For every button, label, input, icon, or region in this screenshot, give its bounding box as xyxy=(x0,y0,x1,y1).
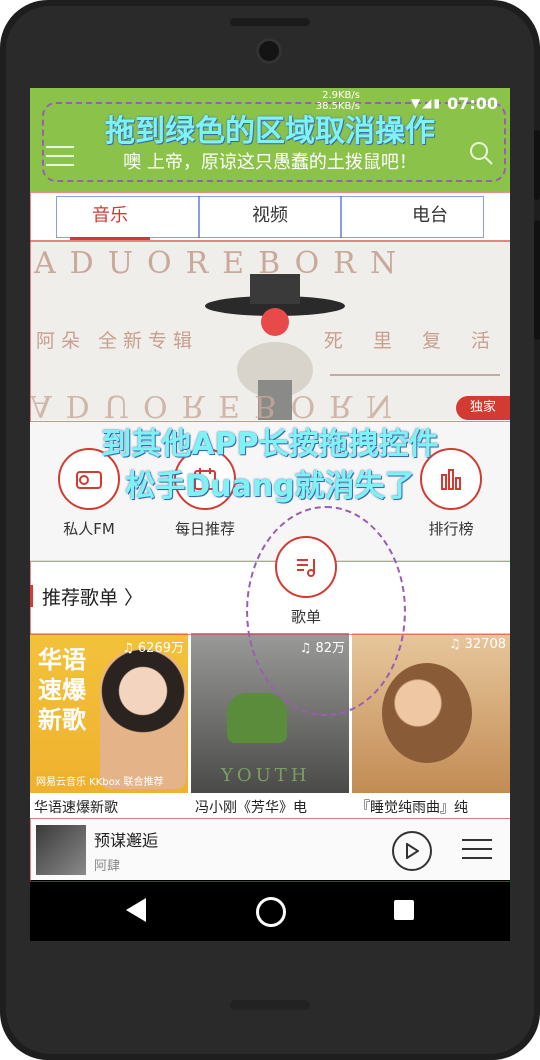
drag-hint-line1: 到其他APP长按拖拽控件 xyxy=(101,427,439,462)
cover-shoe xyxy=(227,693,287,743)
cover-title: YOUTH xyxy=(221,765,311,786)
net-speed: 2.9KB/s 38.5KB/s xyxy=(316,90,360,112)
playlist-cover: 华语 速爆 新歌 网易云音乐 KKbox 联合推荐 xyxy=(30,633,188,793)
volume-button xyxy=(534,220,540,340)
play-icon[interactable] xyxy=(392,831,432,871)
drag-hint-line2: 松手Duang就消失了 xyxy=(125,469,415,504)
banner-divider xyxy=(330,374,500,376)
playlist-icon xyxy=(275,536,337,598)
banner-mid-left: 阿朵 全新专辑 xyxy=(36,330,199,352)
quick-label: 私人FM xyxy=(63,520,115,538)
power-button xyxy=(534,130,540,200)
signal-battery-icon: ▼◢▮ xyxy=(410,96,442,110)
cover-brand: 网易云音乐 KKbox 联合推荐 xyxy=(36,777,164,788)
banner-bottom-text: ADUOREBORN xyxy=(30,388,407,420)
album-banner[interactable]: ADUOREBORN 阿朵 全新专辑 死 里 复 活 ADUOREBORN 独家 xyxy=(30,240,510,420)
cover-portrait xyxy=(382,663,472,763)
status-bar: 2.9KB/s 38.5KB/s ▼◢▮ 07:00 xyxy=(30,88,510,116)
cover-portrait xyxy=(100,649,186,789)
quick-label: 歌单 xyxy=(290,608,321,626)
clock: 07:00 xyxy=(447,94,498,113)
play-count-value: 6269万 xyxy=(137,641,184,656)
now-playing-cover[interactable] xyxy=(36,825,86,875)
tab-music[interactable]: 音乐 xyxy=(30,192,190,240)
play-count: ♫ 6269万 xyxy=(122,641,184,656)
mini-player[interactable]: 预谋邂逅 阿肆 xyxy=(30,818,510,881)
banner-mid-right: 死 里 复 活 xyxy=(323,330,502,352)
cover-title: 华语 速爆 新歌 xyxy=(38,646,86,734)
playlist-name: 华语速爆新歌 xyxy=(34,800,118,816)
quick-label: 排行榜 xyxy=(428,520,474,538)
system-nav-bar xyxy=(30,880,510,941)
now-playing-artist: 阿肆 xyxy=(94,859,121,874)
bottom-speaker xyxy=(230,1000,310,1010)
section-accent xyxy=(30,585,33,607)
back-icon[interactable] xyxy=(126,898,146,922)
playlist-name: 『睡觉纯雨曲』纯 xyxy=(356,800,468,816)
recent-apps-icon[interactable] xyxy=(394,900,414,920)
playlist-card[interactable]: 华语 速爆 新歌 网易云音乐 KKbox 联合推荐 ♫ 6269万 华语速爆新歌 xyxy=(30,633,188,818)
now-playing-title: 预谋邂逅 xyxy=(94,831,159,850)
net-speed-down: 38.5KB/s xyxy=(315,101,360,112)
drag-hint: 到其他APP长按拖拽控件 松手Duang就消失了 xyxy=(30,424,510,508)
tab-video[interactable]: 视频 xyxy=(190,192,350,240)
play-count: ♫ 32708 xyxy=(448,637,506,652)
recommended-title: 推荐歌单 〉 xyxy=(42,587,144,609)
dragging-playlist-button[interactable]: 歌单 xyxy=(256,536,356,627)
playlist-name: 冯小刚《芳华》电 xyxy=(195,800,307,816)
front-camera xyxy=(256,38,282,64)
header-subtitle: 噢 上帝，原谅这只愚蠢的土拨鼠吧！ xyxy=(123,152,417,173)
main-tabs: 音乐 视频 电台 xyxy=(30,192,510,241)
exclusive-badge: 独家 xyxy=(456,396,510,420)
play-count-value: 32708 xyxy=(464,637,506,652)
net-speed-up: 2.9KB/s xyxy=(322,90,360,101)
quick-label: 每日推荐 xyxy=(174,520,235,538)
home-icon[interactable] xyxy=(256,897,286,927)
tab-radio[interactable]: 电台 xyxy=(350,192,510,240)
app-screen: 拖到绿色的区域取消操作 噢 上帝，原谅这只愚蠢的土拨鼠吧！ 2.9KB/s 38… xyxy=(30,88,510,941)
speaker-grille xyxy=(230,18,310,26)
playlist-queue-icon[interactable] xyxy=(462,839,492,866)
